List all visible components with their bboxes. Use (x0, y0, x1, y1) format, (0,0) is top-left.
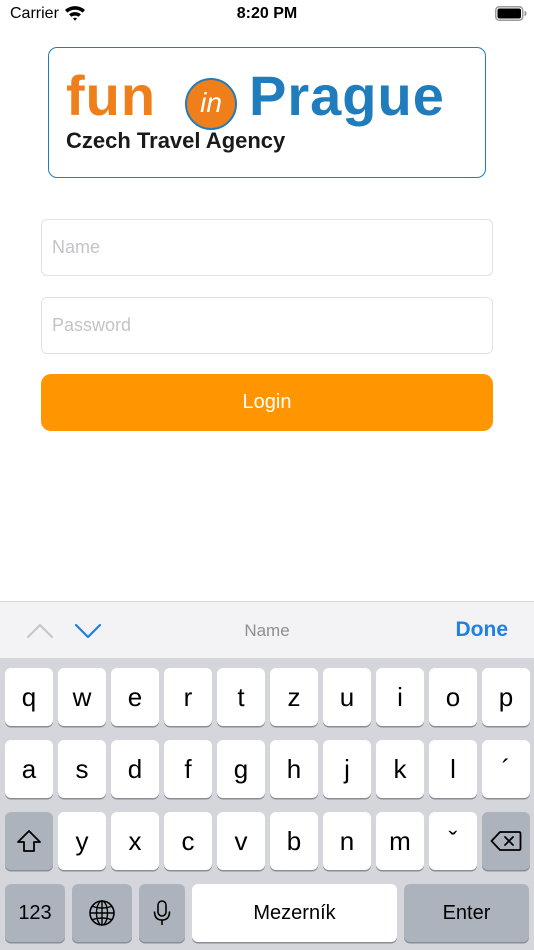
globe-key[interactable] (72, 884, 132, 942)
key-u[interactable]: u (323, 668, 371, 726)
status-bar: Carrier 8:20 PM (0, 0, 534, 30)
key-k[interactable]: k (376, 740, 424, 798)
key-f[interactable]: f (164, 740, 212, 798)
logo-word-prague: Prague (249, 64, 445, 127)
key-s[interactable]: s (58, 740, 106, 798)
login-button[interactable]: Login (41, 374, 493, 431)
key-caron[interactable]: ˇ (429, 812, 477, 870)
globe-icon (89, 900, 115, 926)
logo-word-in: in (185, 78, 237, 130)
key-m[interactable]: m (376, 812, 424, 870)
key-l[interactable]: l (429, 740, 477, 798)
done-button[interactable]: Done (456, 618, 509, 642)
microphone-icon (153, 900, 171, 925)
shift-icon (17, 830, 41, 852)
key-t[interactable]: t (217, 668, 265, 726)
name-input[interactable] (41, 219, 493, 276)
numbers-key[interactable]: 123 (5, 884, 65, 942)
key-o[interactable]: o (429, 668, 477, 726)
key-q[interactable]: q (5, 668, 53, 726)
keyboard-accessory-bar: Name Done (0, 601, 534, 658)
dictation-key[interactable] (139, 884, 185, 942)
delete-icon (490, 831, 522, 851)
key-v[interactable]: v (217, 812, 265, 870)
key-d[interactable]: d (111, 740, 159, 798)
key-h[interactable]: h (270, 740, 318, 798)
space-key[interactable]: Mezerník (192, 884, 397, 942)
chevron-down-icon[interactable] (74, 620, 102, 642)
agency-logo: fun in Prague Czech Travel Agency (48, 47, 486, 178)
shift-key[interactable] (5, 812, 53, 870)
key-y[interactable]: y (58, 812, 106, 870)
key-z[interactable]: z (270, 668, 318, 726)
key-r[interactable]: r (164, 668, 212, 726)
key-p[interactable]: p (482, 668, 530, 726)
battery-icon (495, 6, 527, 21)
delete-key[interactable] (482, 812, 530, 870)
key-x[interactable]: x (111, 812, 159, 870)
key-i[interactable]: i (376, 668, 424, 726)
key-a[interactable]: a (5, 740, 53, 798)
logo-tagline: Czech Travel Agency (66, 128, 286, 153)
key-w[interactable]: w (58, 668, 106, 726)
key-e[interactable]: e (111, 668, 159, 726)
enter-key[interactable]: Enter (404, 884, 529, 942)
key-n[interactable]: n (323, 812, 371, 870)
clock: 8:20 PM (236, 5, 298, 22)
key-acute-accent[interactable]: ´ (482, 740, 530, 798)
key-j[interactable]: j (323, 740, 371, 798)
chevron-up-icon[interactable] (26, 620, 54, 642)
key-c[interactable]: c (164, 812, 212, 870)
keyboard: q w e r t z u i o p a s d f g h j k l ´ … (0, 658, 534, 950)
logo-word-fun: fun (66, 64, 157, 127)
key-b[interactable]: b (270, 812, 318, 870)
password-input[interactable] (41, 297, 493, 354)
key-g[interactable]: g (217, 740, 265, 798)
